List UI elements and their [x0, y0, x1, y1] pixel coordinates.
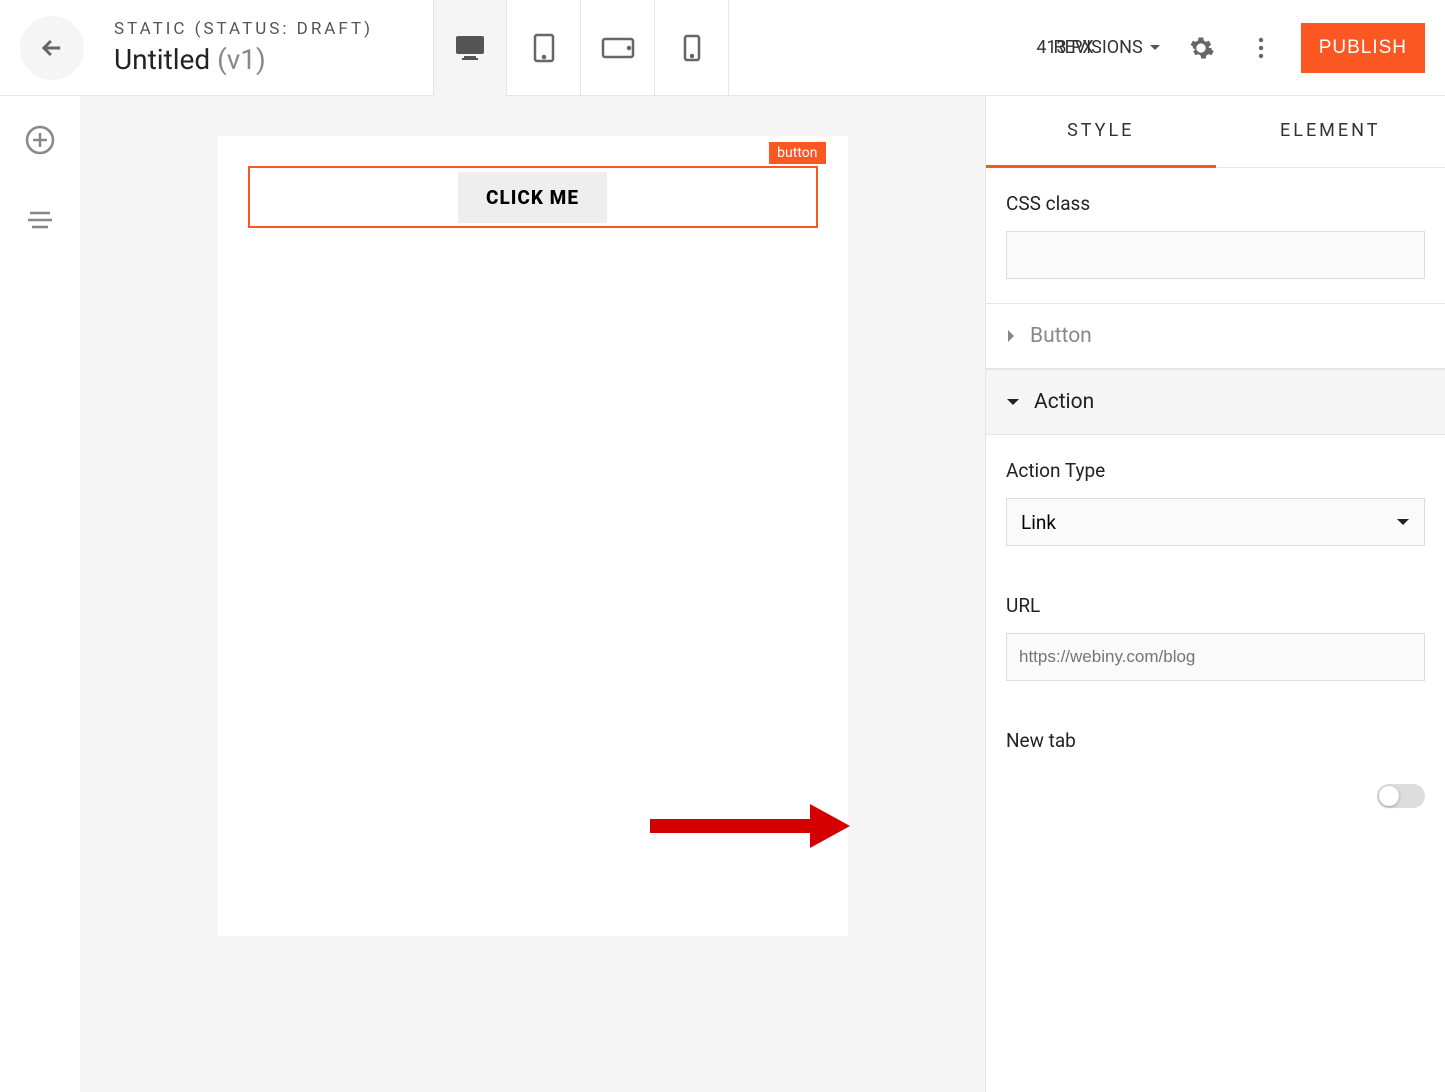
header-right: 413 PX REVISIONS PUBLISH	[1036, 23, 1445, 73]
more-vertical-icon	[1258, 36, 1264, 60]
css-class-section: CSS class	[986, 168, 1445, 303]
chevron-down-icon	[1149, 44, 1161, 52]
action-type-value: Link	[1021, 511, 1056, 534]
publish-button[interactable]: PUBLISH	[1301, 23, 1425, 73]
css-class-label: CSS class	[1006, 192, 1425, 215]
accordion-action-title: Action	[1034, 390, 1094, 414]
right-panel: STYLE ELEMENT CSS class Button Action Ac…	[985, 96, 1445, 1092]
tab-style[interactable]: STYLE	[986, 96, 1216, 168]
selected-element[interactable]: CLICK ME	[248, 166, 818, 228]
body: button CLICK ME STYLE ELEMENT CSS class …	[0, 96, 1445, 1092]
new-tab-toggle-row	[986, 768, 1445, 838]
url-section: URL	[986, 570, 1445, 705]
page-title: Untitled (v1)	[114, 43, 373, 76]
add-element-button[interactable]	[20, 120, 60, 160]
accordion-action[interactable]: Action	[986, 369, 1445, 435]
title-block: STATIC (STATUS: DRAFT) Untitled (v1)	[114, 19, 373, 76]
new-tab-label: New tab	[1006, 729, 1425, 752]
accordion-button[interactable]: Button	[986, 303, 1445, 369]
desktop-icon	[454, 34, 486, 62]
dropdown-icon	[1396, 517, 1410, 527]
new-tab-toggle[interactable]	[1377, 784, 1425, 808]
url-input[interactable]	[1006, 633, 1425, 681]
panel-tabs: STYLE ELEMENT	[986, 96, 1445, 168]
tablet-landscape-icon	[601, 37, 635, 59]
tab-element[interactable]: ELEMENT	[1216, 96, 1445, 168]
mobile-icon	[683, 34, 701, 62]
device-tablet-landscape[interactable]	[581, 0, 655, 96]
settings-button[interactable]	[1181, 28, 1221, 68]
gear-icon	[1187, 34, 1215, 62]
canvas-area[interactable]: button CLICK ME	[80, 96, 985, 1092]
element-badge: button	[769, 142, 825, 164]
more-button[interactable]	[1241, 28, 1281, 68]
device-tablet[interactable]	[507, 0, 581, 96]
menu-button[interactable]	[20, 200, 60, 240]
accordion-button-title: Button	[1030, 324, 1092, 348]
device-desktop[interactable]	[433, 0, 507, 96]
revisions-dropdown[interactable]: REVISIONS	[1054, 37, 1161, 58]
page-status: STATIC (STATUS: DRAFT)	[114, 19, 373, 39]
toggle-knob	[1379, 786, 1399, 806]
canvas-button[interactable]: CLICK ME	[458, 172, 607, 223]
plus-circle-icon	[24, 124, 56, 156]
device-tabs	[433, 0, 729, 96]
chevron-right-icon	[1006, 329, 1016, 343]
menu-icon	[26, 210, 54, 230]
arrow-left-icon	[38, 34, 66, 62]
action-type-label: Action Type	[1006, 459, 1425, 482]
action-type-select[interactable]: Link	[1006, 498, 1425, 546]
css-class-input[interactable]	[1006, 231, 1425, 279]
left-rail	[0, 96, 80, 1092]
annotation-arrow	[640, 796, 850, 856]
header: STATIC (STATUS: DRAFT) Untitled (v1) 413…	[0, 0, 1445, 96]
chevron-down-icon	[1006, 397, 1020, 407]
action-type-section: Action Type Link	[986, 435, 1445, 570]
url-label: URL	[1006, 594, 1425, 617]
back-button[interactable]	[20, 16, 84, 80]
new-tab-section: New tab	[986, 705, 1445, 752]
device-mobile[interactable]	[655, 0, 729, 96]
tablet-icon	[532, 33, 556, 63]
